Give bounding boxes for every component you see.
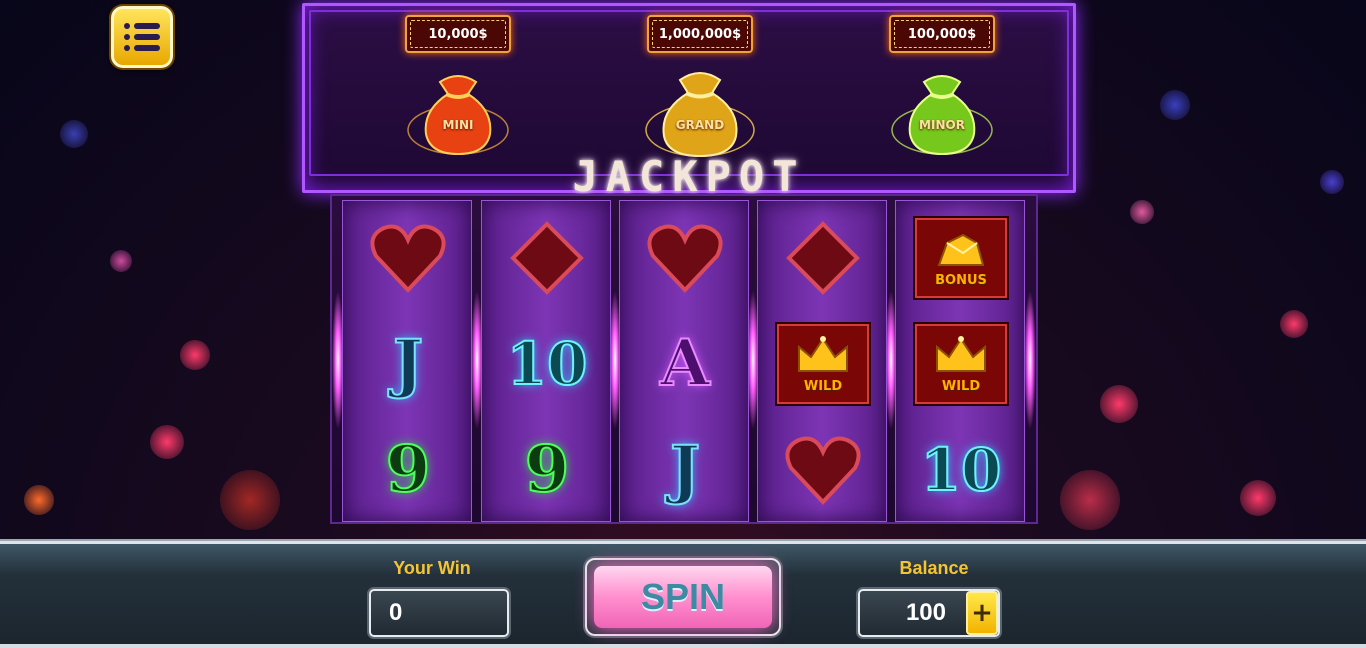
reel-1: J 9 <box>342 200 472 522</box>
symbol-9: 9 <box>385 432 432 507</box>
reel-4-row-2: WILD <box>765 311 881 417</box>
control-bar: Your Win 0 SPIN Balance 100 + <box>0 541 1366 648</box>
spin-button[interactable]: SPIN <box>585 558 781 636</box>
reel-4: WILD <box>757 200 887 522</box>
reel-3-row-1 <box>627 205 743 311</box>
reel-4-row-1 <box>765 205 881 311</box>
wild-label: WILD <box>803 378 843 394</box>
heart-icon <box>370 224 446 293</box>
reel-3-row-2: A <box>627 311 743 417</box>
crown-icon <box>798 335 848 372</box>
minor-bag-label: MINOR <box>919 118 965 132</box>
diamond-icon <box>510 221 584 295</box>
add-balance-button[interactable]: + <box>966 591 998 635</box>
menu-list-icon <box>124 23 160 29</box>
grand-money-bag-icon: GRAND <box>640 60 760 160</box>
balance-label: Balance <box>899 558 969 578</box>
reel-3-row-3: J <box>627 417 743 523</box>
symbol-10: 10 <box>506 330 589 398</box>
minor-jackpot-amount: 100,000$ <box>889 15 995 53</box>
mini-bag-label: MINI <box>442 118 474 132</box>
grand-jackpot-amount: 1,000,000$ <box>647 15 753 53</box>
reel-5-row-1: BONUS <box>903 205 1019 311</box>
slot-reels: J 9 10 9 A J WILD BONUS WILD 10 <box>330 194 1038 524</box>
diamond-icon <box>786 221 860 295</box>
reel-3: A J <box>619 200 749 522</box>
reel-2: 10 9 <box>481 200 611 522</box>
reel-5-row-3: 10 <box>903 417 1019 523</box>
mini-money-bag-icon: MINI <box>398 60 518 160</box>
minor-money-bag-icon: MINOR <box>882 60 1002 160</box>
wild-tile: WILD <box>777 324 869 404</box>
your-win-label: Your Win <box>393 558 471 578</box>
reel-2-row-3: 9 <box>489 417 605 523</box>
gold-icon <box>937 233 985 266</box>
reel-2-row-2: 10 <box>489 311 605 417</box>
reel-1-row-2: J <box>350 311 466 417</box>
your-win-value: 0 <box>369 589 509 637</box>
heart-icon <box>647 224 723 293</box>
reel-1-row-1 <box>350 205 466 311</box>
reel-1-row-3: 9 <box>350 417 466 523</box>
crown-icon <box>936 335 986 372</box>
wild-tile: WILD <box>915 324 1007 404</box>
symbol-10: 10 <box>920 436 1003 504</box>
symbol-j: J <box>669 432 701 507</box>
spin-button-label: SPIN <box>594 566 772 628</box>
wild-label: WILD <box>941 378 981 394</box>
heart-icon <box>785 436 861 505</box>
mini-jackpot-amount: 10,000$ <box>405 15 511 53</box>
menu-button[interactable] <box>111 6 173 68</box>
reel-2-row-1 <box>489 205 605 311</box>
grand-bag-label: GRAND <box>675 118 725 132</box>
symbol-9: 9 <box>524 432 571 507</box>
bonus-label: BONUS <box>935 272 987 288</box>
jackpot-panel: 10,000$ 1,000,000$ 100,000$ MINI GRAND M… <box>302 3 1076 201</box>
reel-5-row-2: WILD <box>903 311 1019 417</box>
reel-4-row-3 <box>765 417 881 523</box>
reel-5: BONUS WILD 10 <box>895 200 1025 522</box>
symbol-a: A <box>659 326 711 401</box>
bonus-tile: BONUS <box>915 218 1007 298</box>
symbol-j: J <box>392 326 424 401</box>
